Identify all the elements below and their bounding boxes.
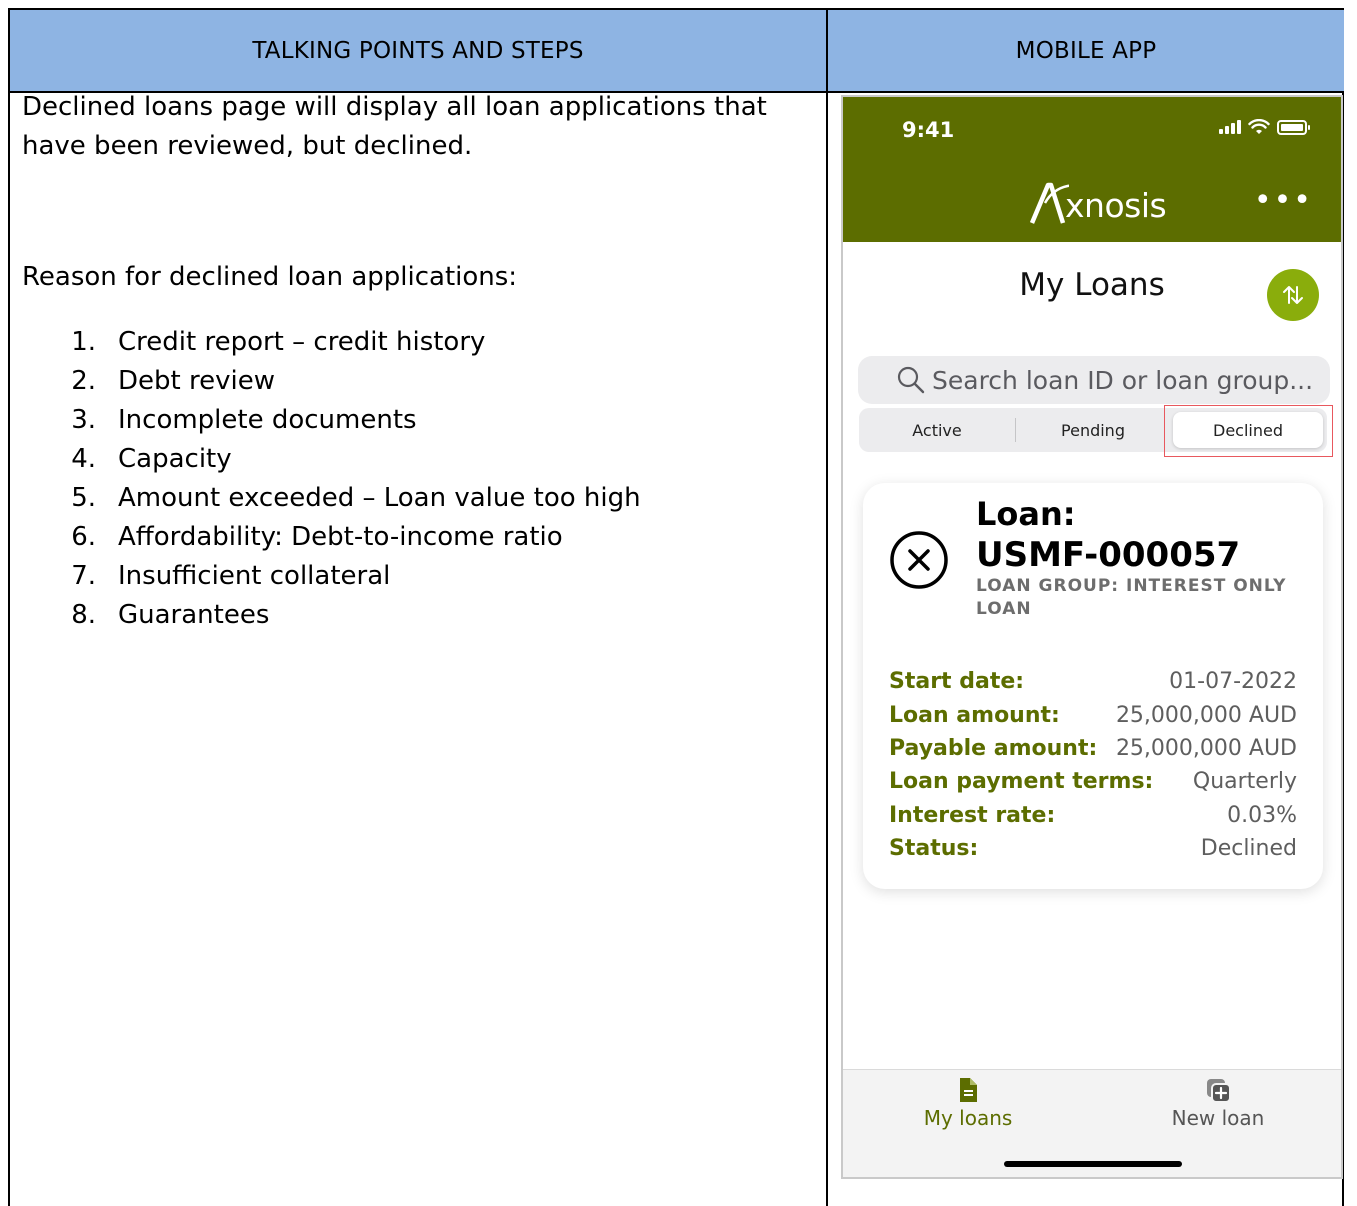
detail-key: Loan amount: [889, 702, 1060, 728]
loan-id: USMF-000057 [976, 535, 1241, 575]
axnosis-logo: xnosis [1029, 175, 1167, 225]
logo-text: xnosis [1065, 186, 1167, 225]
sort-button[interactable] [1267, 269, 1319, 321]
list-item: 2. Debt review [71, 366, 275, 396]
list-item: 4. Capacity [71, 444, 232, 474]
loan-label: Loan: [976, 495, 1076, 533]
segment-pending[interactable]: Pending [1015, 408, 1171, 452]
detail-row: Loan payment terms: Quarterly [889, 765, 1297, 798]
add-copy-icon [1207, 1079, 1231, 1103]
search-input[interactable]: Search loan ID or loan group... [858, 356, 1330, 404]
detail-key: Loan payment terms: [889, 769, 1154, 795]
list-item: 3. Incomplete documents [71, 405, 417, 435]
detail-row: Loan amount: 25,000,000 AUD [889, 698, 1297, 731]
tab-label: New loan [1171, 1106, 1265, 1130]
logo-a-mark [1029, 182, 1069, 224]
battery-icon [1277, 119, 1310, 135]
talking-points: Declined loans page will display all loa… [22, 88, 802, 635]
phone-screenshot: 9:41 xnosis ••• My Loans Search loan ID … [841, 95, 1343, 1179]
list-item: 8. Guarantees [71, 600, 270, 630]
list-item: 1. Credit report – credit history [71, 327, 486, 357]
tab-my-loans[interactable]: My loans [843, 1070, 1093, 1130]
detail-value: 25,000,000 AUD [1115, 702, 1297, 728]
detail-value: 25,000,000 AUD [1115, 735, 1297, 761]
detail-key: Status: [889, 836, 979, 862]
cellular-signal-icon [1219, 120, 1241, 134]
reason-heading: Reason for declined loan applications: [22, 262, 518, 292]
intro-text: Declined loans page will display all loa… [22, 92, 767, 161]
loan-group: LOAN GROUP: INTEREST ONLY LOAN [976, 576, 1287, 619]
header-mobile-app: MOBILE APP [828, 10, 1344, 93]
sort-icon [1283, 286, 1303, 304]
detail-value: 01-07-2022 [1169, 669, 1297, 695]
detail-value: Quarterly [1192, 769, 1297, 795]
column-divider [826, 10, 828, 1206]
detail-key: Payable amount: [889, 735, 1098, 761]
x-circle-icon [890, 531, 948, 589]
declined-highlight-box [1164, 405, 1333, 457]
document-icon [960, 1078, 977, 1102]
detail-value: Declined [1200, 836, 1297, 862]
loan-details: Start date: 01-07-2022 Loan amount: 25,000… [889, 665, 1297, 865]
detail-key: Interest rate: [889, 802, 1056, 828]
search-icon [897, 366, 925, 394]
detail-row: Payable amount: 25,000,000 AUD [889, 732, 1297, 765]
reason-list: 1. Credit report – credit history 2. Debt … [22, 323, 802, 635]
list-item: 5. Amount exceeded – Loan value too high [71, 483, 641, 513]
header-talking-points: TALKING POINTS AND STEPS [10, 10, 826, 93]
detail-row: Status: Declined [889, 832, 1297, 865]
segment-active[interactable]: Active [859, 408, 1015, 452]
list-item: 7. Insufficient collateral [71, 561, 391, 591]
status-time: 9:41 [902, 118, 955, 142]
list-item: 6. Affordability: Debt-to-income ratio [71, 522, 563, 552]
app-header: 9:41 xnosis ••• [843, 97, 1341, 242]
wifi-icon [1248, 119, 1270, 134]
detail-value: 0.03% [1227, 802, 1297, 828]
detail-key: Start date: [889, 669, 1025, 695]
tab-label: My loans [923, 1106, 1013, 1130]
status-icons [1219, 119, 1310, 135]
search-placeholder: Search loan ID or loan group... [932, 365, 1314, 395]
tab-new-loan[interactable]: New loan [1093, 1070, 1341, 1130]
detail-row: Start date: 01-07-2022 [889, 665, 1297, 698]
more-options-icon[interactable]: ••• [1254, 186, 1313, 216]
detail-row: Interest rate: 0.03% [889, 799, 1297, 832]
home-indicator [1004, 1161, 1182, 1167]
loan-card[interactable]: Loan: USMF-000057 LOAN GROUP: INTEREST O… [863, 483, 1323, 889]
